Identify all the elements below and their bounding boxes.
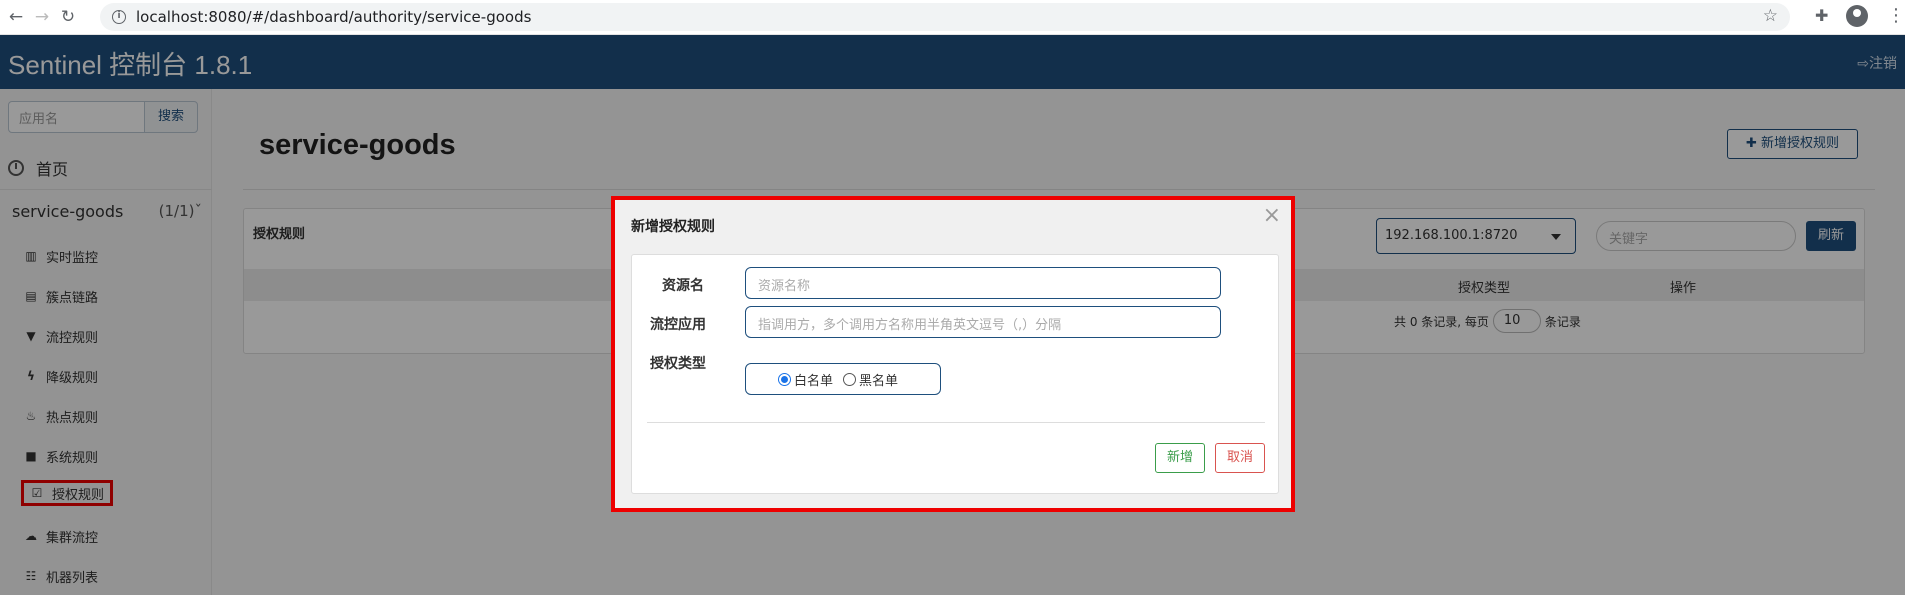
dialog-form: 资源名 资源名称 流控应用 指调用方，多个调用方名称用半角英文逗号（,）分隔 授… <box>631 254 1279 494</box>
dialog-divider <box>647 422 1265 423</box>
address-bar[interactable]: i localhost:8080/#/dashboard/authority/s… <box>100 3 1790 31</box>
auth-type-label: 授权类型 <box>650 356 706 372</box>
limit-app-input[interactable]: 指调用方，多个调用方名称用半角英文逗号（,）分隔 <box>745 306 1221 338</box>
reload-icon[interactable]: ↻ <box>58 7 78 27</box>
profile-avatar-icon[interactable] <box>1846 5 1868 27</box>
bookmark-star-icon[interactable]: ☆ <box>1763 6 1778 26</box>
forward-icon[interactable]: → <box>32 7 52 27</box>
add-authority-rule-dialog: 新增授权规则 × 资源名 资源名称 流控应用 指调用方，多个调用方名称用半角英文… <box>611 196 1295 512</box>
whitelist-radio[interactable]: 白名单 <box>778 370 833 389</box>
auth-type-radio-group: 白名单 黑名单 <box>745 363 941 395</box>
cancel-button[interactable]: 取消 <box>1215 443 1265 473</box>
whitelist-label: 白名单 <box>794 373 834 389</box>
extensions-icon[interactable]: ✚ <box>1815 6 1828 25</box>
dialog-title: 新增授权规则 <box>631 219 715 235</box>
site-info-icon[interactable]: i <box>112 10 126 24</box>
close-icon[interactable]: × <box>1263 203 1281 228</box>
url-text: localhost:8080/#/dashboard/authority/ser… <box>136 8 532 26</box>
browser-toolbar: ← → ↻ i localhost:8080/#/dashboard/autho… <box>0 0 1905 35</box>
resource-name-label: 资源名 <box>662 278 704 294</box>
confirm-add-button[interactable]: 新增 <box>1155 443 1205 473</box>
back-icon[interactable]: ← <box>6 7 26 27</box>
blacklist-label: 黑名单 <box>859 373 899 389</box>
limit-app-label: 流控应用 <box>650 317 706 333</box>
radio-checked-icon <box>778 372 791 386</box>
radio-unchecked-icon <box>843 372 857 386</box>
blacklist-radio[interactable]: 黑名单 <box>843 370 898 389</box>
resource-name-input[interactable]: 资源名称 <box>745 267 1221 299</box>
browser-menu-icon[interactable]: ⋮ <box>1887 5 1905 26</box>
